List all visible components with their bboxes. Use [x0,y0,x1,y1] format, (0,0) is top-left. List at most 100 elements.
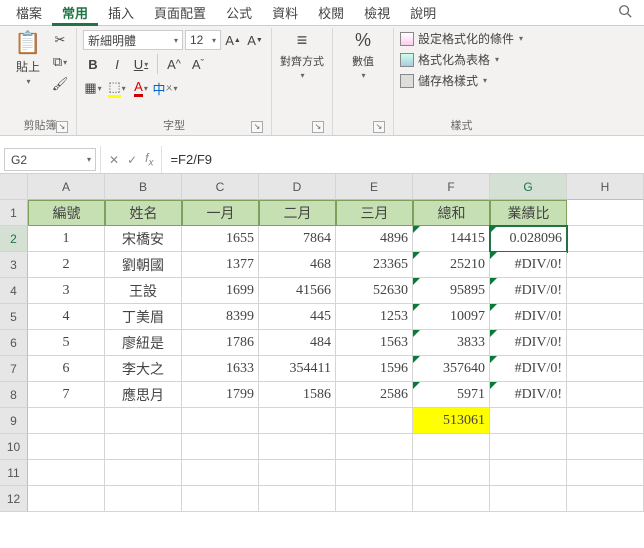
row-header[interactable]: 5 [0,304,28,330]
cell[interactable]: 4 [28,304,105,330]
col-header[interactable]: F [413,174,490,200]
alignment-launcher[interactable]: ↘ [312,121,324,133]
tab-insert[interactable]: 插入 [98,0,144,26]
cell[interactable] [336,434,413,460]
cell[interactable]: 1563 [336,330,413,356]
cell[interactable]: 李大之 [105,356,182,382]
tab-page-layout[interactable]: 頁面配置 [144,0,216,26]
cell[interactable] [567,226,644,252]
increase-font-a[interactable]: A^ [164,54,184,74]
cell[interactable] [490,434,567,460]
row-header[interactable]: 6 [0,330,28,356]
col-header[interactable]: D [259,174,336,200]
cell[interactable] [567,252,644,278]
cell[interactable] [28,408,105,434]
col-header[interactable]: A [28,174,105,200]
cell[interactable]: 445 [259,304,336,330]
cell[interactable]: 三月 [336,200,413,226]
cell[interactable]: 25210 [413,252,490,278]
phonetic-button[interactable]: 中ㄨ▾ [155,78,175,98]
fill-color-button[interactable]: ⬚▾ [107,78,127,98]
col-header[interactable]: H [567,174,644,200]
cell[interactable]: 1786 [182,330,259,356]
cell[interactable]: 23365 [336,252,413,278]
cell[interactable]: 5971 [413,382,490,408]
cell[interactable]: 52630 [336,278,413,304]
cell[interactable] [413,460,490,486]
cell[interactable]: 一月 [182,200,259,226]
row-header[interactable]: 3 [0,252,28,278]
cell[interactable] [28,460,105,486]
cell[interactable] [336,408,413,434]
font-size-combo[interactable]: 12▾ [185,30,221,50]
cell[interactable]: 1 [28,226,105,252]
cell[interactable] [490,460,567,486]
cell[interactable]: 總和 [413,200,490,226]
cell[interactable] [336,460,413,486]
col-header[interactable]: E [336,174,413,200]
cell[interactable] [182,460,259,486]
cell[interactable]: 6 [28,356,105,382]
cell[interactable]: 編號 [28,200,105,226]
enter-formula-icon[interactable]: ✓ [127,153,137,167]
col-header[interactable]: B [105,174,182,200]
cell[interactable]: 14415 [413,226,490,252]
cell[interactable]: 1596 [336,356,413,382]
cell[interactable]: 7 [28,382,105,408]
cell[interactable] [105,408,182,434]
cell[interactable]: 丁美眉 [105,304,182,330]
underline-button[interactable]: U▾ [131,54,151,74]
row-header[interactable]: 7 [0,356,28,382]
tab-help[interactable]: 說明 [400,0,446,26]
cell[interactable]: 484 [259,330,336,356]
spreadsheet-grid[interactable]: ABCDEFGH1編號姓名一月二月三月總和業績比21宋橋安16557864489… [0,174,644,512]
cell[interactable]: 姓名 [105,200,182,226]
number-format-button[interactable]: % 數值 ▾ [339,30,387,119]
row-header[interactable]: 8 [0,382,28,408]
cut-button[interactable]: ✂ [50,30,70,50]
cell[interactable]: 廖紐是 [105,330,182,356]
cell[interactable]: #DIV/0! [490,252,567,278]
cell[interactable]: 應思月 [105,382,182,408]
cell[interactable] [567,278,644,304]
formula-input[interactable]: =F2/F9 [161,146,644,173]
cell[interactable]: 2586 [336,382,413,408]
cell[interactable] [567,304,644,330]
row-header[interactable]: 9 [0,408,28,434]
shrink-font-button[interactable]: A▼ [245,30,265,50]
cell[interactable] [567,200,644,226]
cell[interactable]: 1655 [182,226,259,252]
cell[interactable]: 3833 [413,330,490,356]
cell[interactable] [413,434,490,460]
cell[interactable]: 41566 [259,278,336,304]
cell[interactable]: #DIV/0! [490,382,567,408]
cell[interactable] [567,434,644,460]
row-header[interactable]: 4 [0,278,28,304]
name-box[interactable]: G2▾ [4,148,96,171]
cell[interactable]: 1377 [182,252,259,278]
cell[interactable]: 5 [28,330,105,356]
cell[interactable]: 1586 [259,382,336,408]
cell[interactable] [567,330,644,356]
font-launcher[interactable]: ↘ [251,121,263,133]
conditional-formatting-button[interactable]: 設定格式化的條件▾ [400,30,523,47]
bold-button[interactable]: B [83,54,103,74]
cell[interactable]: #DIV/0! [490,356,567,382]
cell[interactable] [413,486,490,512]
cell[interactable] [259,460,336,486]
cell[interactable]: 8399 [182,304,259,330]
cell[interactable]: #DIV/0! [490,304,567,330]
cell[interactable]: 1799 [182,382,259,408]
tab-home[interactable]: 常用 [52,0,98,26]
row-header[interactable]: 11 [0,460,28,486]
cancel-formula-icon[interactable]: ✕ [109,153,119,167]
cell[interactable] [182,486,259,512]
cell[interactable]: 354411 [259,356,336,382]
font-name-combo[interactable]: 新細明體▾ [83,30,183,50]
grow-font-button[interactable]: A▲ [223,30,243,50]
cell[interactable] [490,486,567,512]
cell[interactable] [182,434,259,460]
cell[interactable]: 10097 [413,304,490,330]
cell[interactable] [336,486,413,512]
copy-button[interactable]: ⧉▾ [50,52,70,72]
